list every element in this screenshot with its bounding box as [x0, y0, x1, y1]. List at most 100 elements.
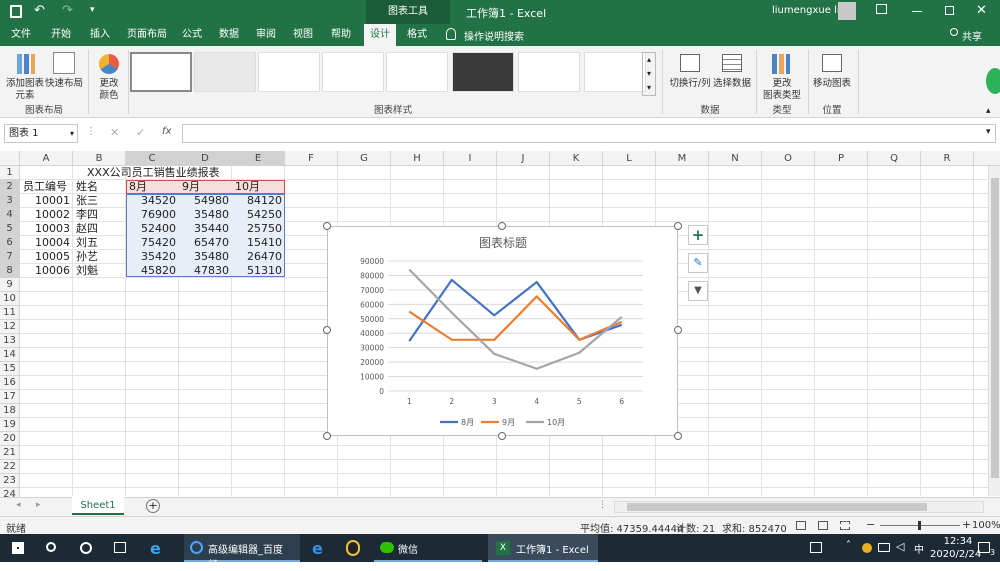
row-header[interactable]: 21 — [0, 446, 20, 460]
sheet-nav-next-icon[interactable]: ▸ — [36, 500, 41, 510]
clock-time[interactable]: 12:34 — [942, 536, 974, 547]
row-header[interactable]: 14 — [0, 348, 20, 362]
chart-style-2[interactable] — [194, 52, 256, 92]
chart-resize-handle-ml[interactable] — [323, 326, 331, 334]
column-header[interactable]: A — [20, 151, 73, 166]
share-button[interactable]: 共享 — [962, 28, 982, 43]
row-header[interactable]: 7 — [0, 250, 20, 264]
row-header[interactable]: 9 — [0, 278, 20, 292]
add-chart-element-button[interactable]: 添加图表 元素 — [4, 78, 46, 102]
tray-chevron-icon[interactable]: ˄ — [846, 540, 851, 551]
undo-icon[interactable]: ↶ — [34, 3, 45, 18]
save-icon[interactable] — [10, 5, 22, 18]
edge-icon[interactable]: e — [312, 539, 323, 558]
column-header[interactable]: B — [73, 151, 126, 166]
chart-style-5[interactable] — [386, 52, 448, 92]
user-name[interactable]: liumengxue liu — [772, 5, 846, 16]
input-method-icon[interactable] — [810, 542, 822, 553]
column-header[interactable]: F — [285, 151, 338, 166]
column-header[interactable]: R — [921, 151, 974, 166]
row-header[interactable]: 17 — [0, 390, 20, 404]
volume-icon[interactable]: ◁ — [896, 540, 904, 553]
collapse-ribbon-icon[interactable]: ▴ — [986, 106, 991, 116]
row-header[interactable]: 6 — [0, 236, 20, 250]
row-header[interactable]: 12 — [0, 320, 20, 334]
chart-styles-scroll[interactable]: ▴ ▾ ▾ — [642, 52, 656, 96]
tab-page-layout[interactable]: 页面布局 — [122, 24, 172, 46]
zoom-slider[interactable] — [880, 521, 960, 530]
expand-formula-icon[interactable]: ▾ — [986, 127, 991, 137]
name-box[interactable]: 图表 1 ▾ — [4, 124, 78, 143]
chart-style-3[interactable] — [258, 52, 320, 92]
select-data-button[interactable]: 选择数据 — [712, 78, 752, 90]
column-header[interactable]: I — [444, 151, 497, 166]
name-box-dropdown-icon[interactable]: ▾ — [70, 125, 74, 142]
switch-row-column-button[interactable]: 切换行/列 — [668, 78, 712, 90]
legend-label[interactable]: 10月 — [547, 418, 565, 427]
close-icon[interactable]: ✕ — [976, 3, 987, 18]
chart-styles-brush-icon[interactable]: ✎ — [688, 253, 708, 273]
row-header[interactable]: 23 — [0, 474, 20, 488]
status-sum[interactable]: 求和: 852470 — [722, 520, 787, 535]
row-header[interactable]: 3 — [0, 194, 20, 208]
windows-start-icon[interactable] — [12, 542, 24, 554]
enter-icon[interactable]: ✓ — [136, 126, 145, 139]
tab-help[interactable]: 帮助 — [324, 24, 358, 46]
customize-qat-icon[interactable]: ▾ — [90, 5, 95, 15]
row-header[interactable]: 4 — [0, 208, 20, 222]
chart-style-6[interactable] — [452, 52, 514, 92]
horizontal-scrollbar[interactable] — [614, 501, 984, 513]
restore-icon[interactable] — [945, 6, 954, 15]
chart-container[interactable]: 图表标题 0 10000 20000 30000 40000 50000 60000 7000… — [327, 226, 678, 436]
horizontal-scroll-thumb[interactable] — [627, 503, 927, 511]
column-header[interactable]: C — [126, 151, 179, 166]
tab-file[interactable]: 文件 — [4, 24, 38, 46]
column-header[interactable]: P — [815, 151, 868, 166]
column-header[interactable]: J — [497, 151, 550, 166]
tray-app-icon[interactable] — [862, 543, 872, 553]
chart-resize-handle-br[interactable] — [674, 432, 682, 440]
search-icon[interactable] — [46, 542, 56, 552]
sheet-nav-prev-icon[interactable]: ◂ — [16, 500, 21, 510]
column-header[interactable]: M — [656, 151, 709, 166]
chart-style-7[interactable] — [518, 52, 580, 92]
tell-me-search[interactable]: 操作说明搜索 — [464, 28, 524, 43]
chart-resize-handle-mr[interactable] — [674, 326, 682, 334]
row-header[interactable]: 8 — [0, 264, 20, 278]
chart-title[interactable]: 图表标题 — [479, 236, 527, 250]
column-header[interactable]: L — [603, 151, 656, 166]
vertical-scrollbar[interactable] — [988, 166, 1000, 496]
tab-format[interactable]: 格式 — [400, 24, 434, 46]
tab-split-icon[interactable]: ⋮ — [598, 500, 607, 510]
chart-resize-handle-bc[interactable] — [498, 432, 506, 440]
row-header[interactable]: 13 — [0, 334, 20, 348]
column-header[interactable]: O — [762, 151, 815, 166]
status-count[interactable]: 计数: 21 — [676, 520, 715, 535]
page-break-view-icon[interactable] — [840, 521, 850, 530]
column-header[interactable]: G — [338, 151, 391, 166]
row-header[interactable]: 16 — [0, 376, 20, 390]
ie-icon[interactable]: e — [150, 539, 161, 558]
change-colors-button[interactable]: 更改 颜色 — [92, 78, 126, 102]
chart-style-1[interactable] — [130, 52, 192, 92]
zoom-level[interactable]: 100% — [972, 520, 1000, 531]
vertical-scroll-thumb[interactable] — [991, 178, 999, 478]
column-header[interactable]: Q — [868, 151, 921, 166]
select-all-corner[interactable] — [0, 151, 20, 166]
floating-badge[interactable] — [986, 68, 1000, 94]
chart-resize-handle-tl[interactable] — [323, 222, 331, 230]
tab-view[interactable]: 视图 — [286, 24, 320, 46]
chart-style-8[interactable] — [584, 52, 646, 92]
tab-formulas[interactable]: 公式 — [176, 24, 208, 46]
column-header[interactable]: N — [709, 151, 762, 166]
row-header[interactable]: 5 — [0, 222, 20, 236]
status-average[interactable]: 平均值: 47359.44444 — [580, 520, 683, 535]
row-header[interactable]: 11 — [0, 306, 20, 320]
ribbon-display-icon[interactable] — [876, 4, 887, 14]
change-chart-type-button[interactable]: 更改 图表类型 — [760, 78, 804, 102]
legend-label[interactable]: 9月 — [502, 418, 515, 427]
zoom-out-icon[interactable]: − — [866, 518, 875, 531]
avatar[interactable] — [838, 2, 856, 20]
chart-resize-handle-tc[interactable] — [498, 222, 506, 230]
row-header[interactable]: 15 — [0, 362, 20, 376]
